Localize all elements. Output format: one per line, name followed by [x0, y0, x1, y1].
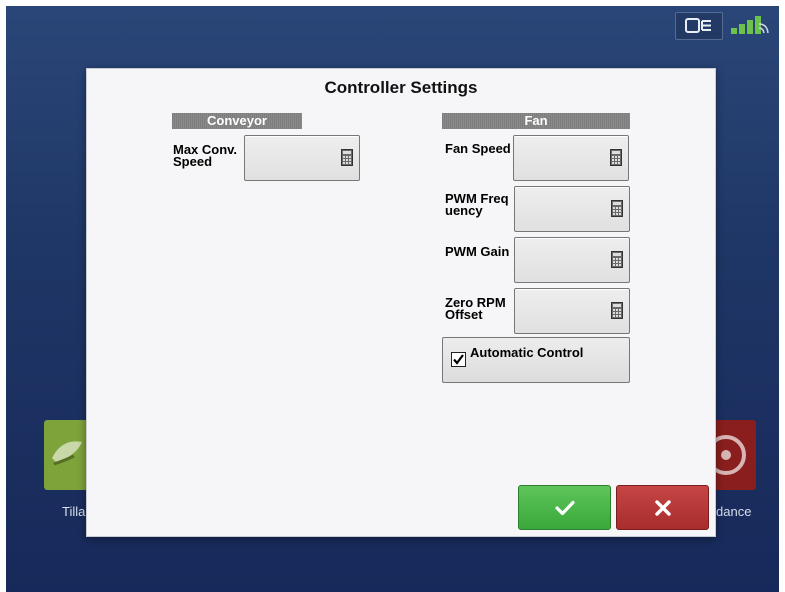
automatic-control-checkbox[interactable] — [451, 352, 466, 367]
pwm-frequency-field[interactable] — [514, 186, 630, 232]
calculator-icon — [611, 251, 623, 268]
pwm-frequency-label: PWM Frequency — [445, 191, 509, 218]
gps-signal-icon[interactable] — [727, 13, 771, 39]
guidance-label: dance — [716, 504, 752, 519]
checkmark-icon — [453, 354, 464, 365]
automatic-control-label: Automatic Control — [470, 345, 584, 360]
fan-section-header: Fan — [442, 113, 630, 129]
tillage-label: Tilla — [62, 504, 86, 519]
zero-rpm-offset-field[interactable] — [514, 288, 630, 334]
steering-wheel-icon — [706, 420, 756, 490]
calculator-icon — [341, 149, 353, 166]
tillage-icon — [44, 420, 90, 490]
max-conv-speed-field[interactable] — [244, 135, 360, 181]
zero-rpm-offset-label: Zero RPM Offset — [445, 295, 506, 322]
checkmark-icon — [554, 500, 575, 515]
fan-speed-field[interactable] — [513, 135, 629, 181]
calculator-icon — [611, 302, 623, 319]
guidance-tile[interactable]: dance — [706, 420, 756, 519]
dialog-title: Controller Settings — [324, 78, 478, 97]
automatic-control-toggle[interactable]: Automatic Control — [442, 337, 630, 383]
display-monitor-icon[interactable] — [675, 12, 723, 40]
ok-button[interactable] — [518, 485, 611, 530]
cancel-button[interactable] — [616, 485, 709, 530]
calculator-icon — [611, 200, 623, 217]
pwm-gain-field[interactable] — [514, 237, 630, 283]
max-conv-speed-label: Max Conv. Speed — [173, 142, 238, 169]
calculator-icon — [610, 149, 622, 166]
pwm-gain-label: PWM Gain — [445, 244, 510, 259]
x-icon — [654, 499, 671, 516]
status-bar — [675, 12, 771, 40]
fan-speed-label: Fan Speed — [445, 141, 511, 156]
tillage-tile[interactable]: Tilla — [44, 420, 90, 519]
conveyor-section-header: Conveyor — [172, 113, 302, 129]
controller-settings-dialog: Controller Settings Conveyor Max Conv. S… — [86, 68, 716, 537]
